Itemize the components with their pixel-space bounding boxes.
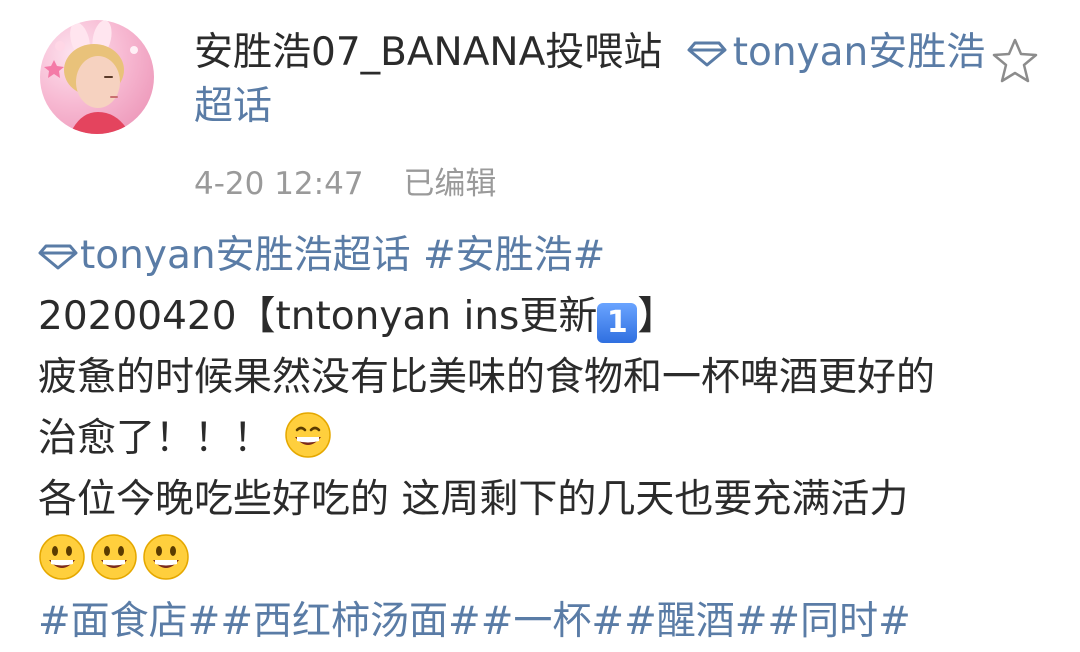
diamond-icon: [687, 28, 727, 67]
tag-line: tonyan安胜浩超话 #安胜浩#: [38, 225, 1048, 286]
text-segment: 治愈了！！！: [38, 416, 273, 461]
avatar[interactable]: [40, 20, 154, 134]
star-icon[interactable]: [990, 36, 1040, 86]
avatar-image: [44, 20, 138, 134]
edited-label[interactable]: 已编辑: [403, 166, 496, 202]
text-line-2: 疲惫的时候果然没有比美味的食物和一杯啤酒更好的: [38, 355, 936, 400]
post-header: 安胜浩07_BANANA投喂站 tonyan安胜浩超话: [194, 26, 994, 134]
text-line-4: 各位今晚吃些好吃的 这周剩下的几天也要充满活力: [38, 477, 909, 522]
text-line-3: 治愈了！！！: [38, 408, 1048, 469]
hashtag-list[interactable]: #面食店##西红柿汤面##一杯##醒酒##同时#: [38, 591, 1048, 652]
diamond-icon: [38, 227, 78, 270]
post-meta: 4-20 12:47 已编辑: [194, 158, 496, 203]
author-name[interactable]: 安胜浩07_BANANA投喂站: [194, 30, 662, 75]
grinning-emoji: [284, 411, 332, 459]
smiling-emoji: [38, 533, 86, 581]
keycap-one-emoji: 1: [597, 303, 638, 343]
smiling-emoji: [142, 533, 190, 581]
emoji-line: [38, 530, 1048, 591]
smiling-emoji: [90, 533, 138, 581]
text-segment: 20200420【tntonyan ins更新: [38, 294, 598, 339]
hashtag-link[interactable]: #安胜浩#: [423, 233, 605, 278]
post-body: tonyan安胜浩超话 #安胜浩# 20200420【tntonyan ins更…: [38, 225, 1048, 652]
text-line-1: 20200420【tntonyan ins更新 1】: [38, 286, 1048, 347]
text-segment: 】: [637, 294, 677, 339]
timestamp: 4-20 12:47: [194, 166, 364, 202]
topic-tag-link[interactable]: tonyan安胜浩超话: [80, 233, 411, 278]
